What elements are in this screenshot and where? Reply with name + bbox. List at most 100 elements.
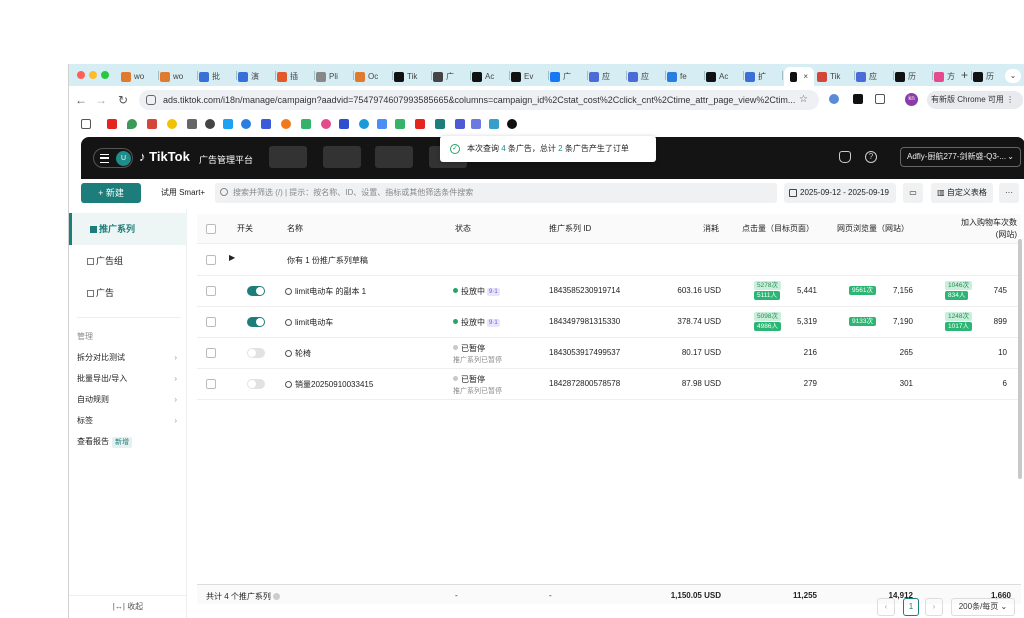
- browser-tab[interactable]: wo: [121, 67, 157, 86]
- nav-placeholder-1[interactable]: [269, 146, 307, 168]
- browser-tab[interactable]: 广: [433, 67, 469, 86]
- browser-tab[interactable]: 历: [973, 67, 1009, 86]
- row-checkbox[interactable]: [206, 317, 216, 327]
- prev-page-button[interactable]: ‹: [877, 598, 895, 616]
- table-row[interactable]: limit电动车 投放中 9·1 1843497981315330 378.74 USD…: [197, 307, 1021, 338]
- minimize-window-icon[interactable]: [89, 71, 97, 79]
- forward-icon[interactable]: →: [93, 92, 109, 108]
- campaign-name[interactable]: 轮椅: [285, 348, 311, 359]
- browser-tab[interactable]: 历: [895, 67, 931, 86]
- browser-tab[interactable]: 应: [628, 67, 664, 86]
- help-icon[interactable]: ?: [865, 151, 877, 163]
- collapse-sidebar-button[interactable]: |↔| 收起: [69, 595, 187, 617]
- browser-tab[interactable]: 插: [277, 67, 313, 86]
- apps-grid-icon[interactable]: [81, 119, 91, 129]
- col-switch[interactable]: 开关: [237, 214, 253, 244]
- notification-bell-icon[interactable]: [839, 151, 851, 163]
- close-tab-icon[interactable]: ×: [803, 72, 808, 81]
- row-checkbox[interactable]: [206, 286, 216, 296]
- campaign-toggle[interactable]: [247, 348, 265, 358]
- try-smart-plus-button[interactable]: 试用 Smart+: [149, 183, 217, 203]
- github-bookmark-icon[interactable]: [187, 119, 197, 129]
- profile-avatar[interactable]: kn: [905, 93, 918, 106]
- info-icon[interactable]: [273, 593, 281, 600]
- row-checkbox[interactable]: [206, 379, 216, 389]
- new-tab-icon[interactable]: +: [961, 68, 968, 82]
- sidebar-item-ad-groups[interactable]: 广告组: [69, 245, 187, 277]
- bookmark-icon-10[interactable]: [281, 119, 291, 129]
- maps-bookmark-icon[interactable]: [127, 119, 137, 129]
- bookmark-icon-12[interactable]: [321, 119, 331, 129]
- menu-button[interactable]: U: [93, 148, 133, 168]
- browser-tab[interactable]: Ac: [472, 67, 508, 86]
- campaign-toggle[interactable]: [247, 379, 265, 389]
- browser-tab[interactable]: Tik: [394, 67, 430, 86]
- bookmark-icon-21[interactable]: [489, 119, 499, 129]
- campaign-name[interactable]: 销量20250910033415: [285, 379, 373, 390]
- site-info-icon[interactable]: [146, 95, 156, 105]
- compare-icon[interactable]: ▭: [903, 183, 923, 203]
- kebab-menu-icon[interactable]: ⋮: [1006, 95, 1014, 104]
- bookmark-icon-13[interactable]: [339, 119, 349, 129]
- bookmark-icon-9[interactable]: [261, 119, 271, 129]
- settings-bookmark-icon[interactable]: [205, 119, 215, 129]
- row-checkbox[interactable]: [206, 348, 216, 358]
- browser-tab[interactable]: 演: [238, 67, 274, 86]
- sidebar-split-test[interactable]: 拆分对比测试 ›: [69, 348, 187, 368]
- col-campaign-id[interactable]: 推广系列 ID: [549, 214, 591, 244]
- update-chrome-button[interactable]: 有新版 Chrome 可用 ⋮: [927, 91, 1023, 109]
- tab-search-icon[interactable]: ⌄: [1005, 69, 1021, 83]
- col-status[interactable]: 状态: [455, 214, 471, 244]
- campaign-name[interactable]: limit电动车: [285, 317, 333, 328]
- extension-icon[interactable]: [829, 94, 839, 104]
- search-input[interactable]: 搜索并筛选 (/) | 提示：按名称、ID、设置、指标或其他筛选条件搜索: [215, 183, 777, 203]
- date-range-picker[interactable]: 2025-09-12 - 2025-09-19: [784, 183, 896, 203]
- calendar-bookmark-icon[interactable]: [223, 119, 233, 129]
- browser-tab[interactable]: 应: [856, 67, 892, 86]
- browser-tab[interactable]: Tik: [817, 67, 853, 86]
- browser-tab[interactable]: 批: [199, 67, 235, 86]
- bookmark-star-icon[interactable]: ☆: [799, 94, 808, 105]
- draft-row[interactable]: ▶ 你有 1 份推广系列草稿: [197, 244, 1021, 276]
- sidebar-bulk-export[interactable]: 批量导出/导入 ›: [69, 369, 187, 389]
- campaign-toggle[interactable]: [247, 286, 265, 296]
- bookmark-icon-18[interactable]: [435, 119, 445, 129]
- bookmark-icon-16[interactable]: [395, 119, 405, 129]
- browser-tab[interactable]: 广: [550, 67, 586, 86]
- table-row[interactable]: limit电动车 的副本 1 投放中 9·1 1843585230919714 603.…: [197, 276, 1021, 307]
- browser-tab[interactable]: Ev: [511, 67, 547, 86]
- browser-tab[interactable]: Pli: [316, 67, 352, 86]
- campaign-name[interactable]: limit电动车 的副本 1: [285, 286, 366, 297]
- maximize-window-icon[interactable]: [101, 71, 109, 79]
- bookmark-icon-20[interactable]: [471, 119, 481, 129]
- browser-tab[interactable]: Oc: [355, 67, 391, 86]
- gmail-bookmark-icon[interactable]: [147, 119, 157, 129]
- expand-caret-icon[interactable]: ▶: [229, 253, 235, 262]
- tiktok-logo[interactable]: ♪ TikTok: [139, 149, 190, 164]
- tiktok-extension-icon[interactable]: [853, 94, 863, 104]
- nav-placeholder-2[interactable]: [323, 146, 361, 168]
- browser-tab[interactable]: fe: [667, 67, 703, 86]
- col-page-views[interactable]: 网页浏览量（网站）: [837, 214, 909, 244]
- table-row[interactable]: 轮椅 已暂停 推广系列已暂停 1843053917499537 80.17 USD 216…: [197, 338, 1021, 369]
- bookmark-icon-14[interactable]: [359, 119, 369, 129]
- nav-placeholder-3[interactable]: [375, 146, 413, 168]
- url-bar[interactable]: ads.tiktok.com/i18n/manage/campaign?aadv…: [139, 90, 819, 110]
- select-all-checkbox[interactable]: [206, 224, 216, 234]
- extensions-puzzle-icon[interactable]: [875, 94, 885, 104]
- account-selector[interactable]: Adfly-厨航277-剑新盛-Q3-... ⌄: [900, 147, 1021, 167]
- more-options-button[interactable]: ···: [999, 183, 1019, 203]
- emoji-bookmark-icon[interactable]: [167, 119, 177, 129]
- close-window-icon[interactable]: [77, 71, 85, 79]
- sidebar-item-ads[interactable]: 广告: [69, 277, 187, 309]
- browser-tab[interactable]: Ac: [706, 67, 742, 86]
- bookmark-icon-17[interactable]: [415, 119, 425, 129]
- tiktok-bookmark-icon[interactable]: [507, 119, 517, 129]
- table-row[interactable]: 销量20250910033415 已暂停 推广系列已暂停 18428728005785…: [197, 369, 1021, 400]
- sidebar-view-report[interactable]: 查看报告 新增: [69, 432, 187, 452]
- bookmark-icon-15[interactable]: [377, 119, 387, 129]
- bookmark-icon-8[interactable]: [241, 119, 251, 129]
- reload-icon[interactable]: ↻: [115, 92, 131, 108]
- campaign-toggle[interactable]: [247, 317, 265, 327]
- next-page-button[interactable]: ›: [925, 598, 943, 616]
